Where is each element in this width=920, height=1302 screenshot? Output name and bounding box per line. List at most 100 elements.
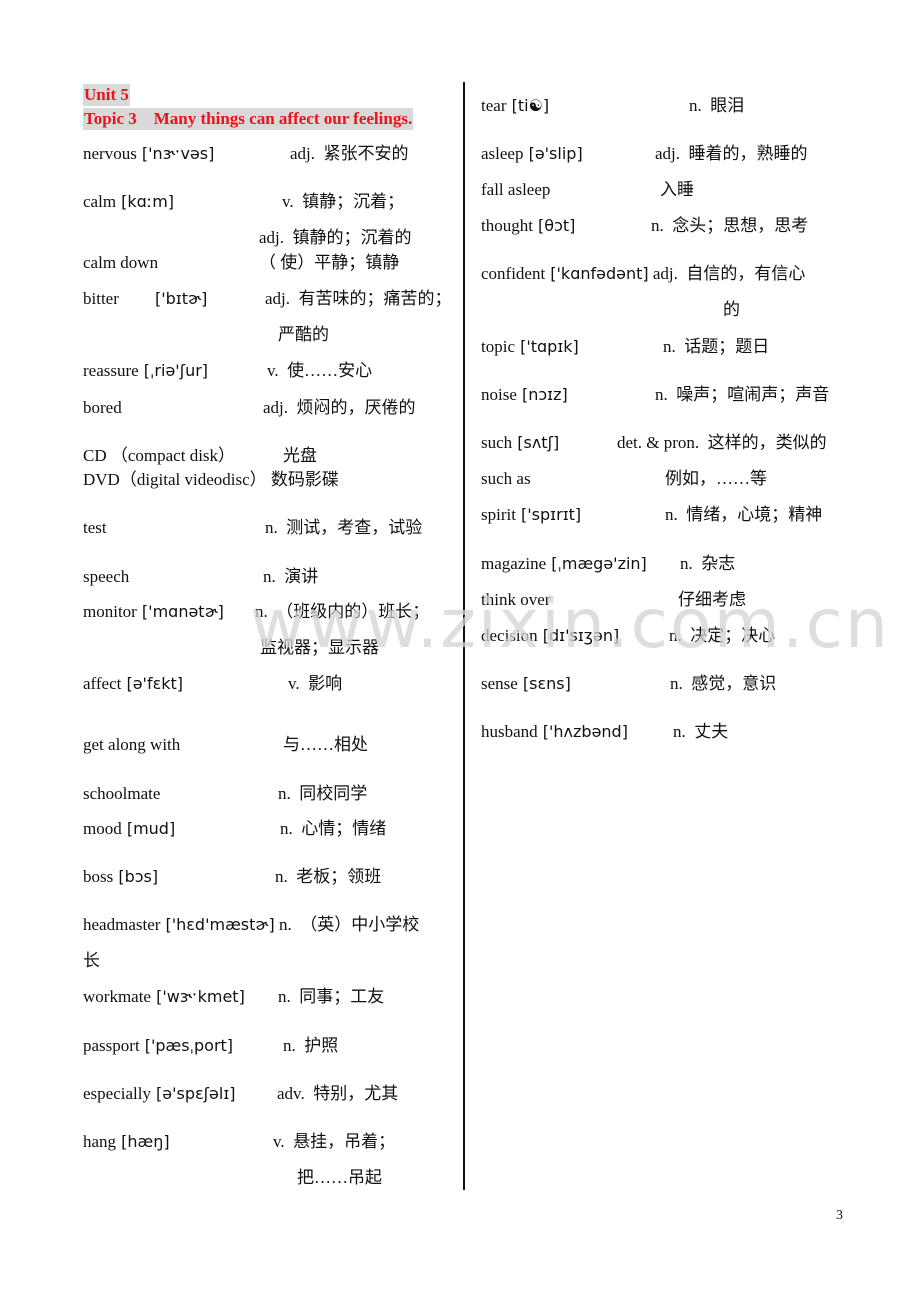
entry-term: husband ['hʌzbənd] [481,721,628,743]
entry-term: reassure [ˌriə'ʃur] [83,360,208,382]
entry-definition: n. 测试，考查，试验 [265,517,422,539]
entry-word: schoolmate [83,784,161,803]
part-of-speech: n. [263,567,276,586]
entry-pronunciation: [ˌriə'ʃur] [138,361,209,380]
entry-term: fall asleep [481,179,550,201]
entry-definition: adj. 紧张不安的 [290,143,409,165]
entry-term: affect [ə'fɛkt] [83,673,183,695]
chinese-meaning: 镇静的；沉着的 [292,228,412,247]
part-of-speech: n. [655,385,668,404]
entry-pronunciation: [ə'spɛʃəlɪ] [150,1084,236,1103]
entry-term: decision [dɪ'sɪʒən] [481,625,619,647]
entry-word: noise [481,385,517,404]
entry-definition: n. 演讲 [263,566,318,588]
entry-definition: 仔细考虑 [678,589,746,611]
chinese-meaning: 杂志 [701,554,736,573]
entry-term: spirit ['spɪrɪt] [481,504,581,526]
entry-word: asleep [481,144,524,163]
entry-word: especially [83,1084,151,1103]
entry-definition: n. 眼泪 [689,95,744,117]
entry-word: such as [481,469,531,488]
entry-term: tear [ti☯] [481,95,549,117]
entry-term: such [sʌtʃ] [481,432,559,454]
entry-term: passport ['pæsˌport] [83,1035,233,1057]
chinese-meaning: 自信的，有信心 [686,264,806,283]
page-number: 3 [836,1208,843,1223]
chinese-meaning: 感觉，意识 [691,674,777,693]
entry-term: boss [bɔs] [83,866,158,888]
part-of-speech: v. [273,1132,285,1151]
entry-term: sense [sɛns] [481,673,571,695]
entry-word: hang [83,1132,117,1151]
entry-word: decision [481,626,538,645]
chinese-meaning: 情绪，心境；精神 [686,505,823,524]
entry-word: thought [481,216,533,235]
entry-word: calm [83,192,117,211]
entry-pronunciation: ['nɝˑvəs] [136,144,215,163]
entry-definition: adv. 特别，尤其 [277,1083,398,1105]
entry-definition: n. 决定；决心 [669,625,775,647]
part-of-speech: adj. [290,144,316,163]
chinese-meaning: 严酷的 [278,325,329,344]
part-of-speech: n. [278,784,291,803]
entry-word: test [83,518,107,537]
entry-word: nervous [83,144,137,163]
entry-word: topic [481,337,515,356]
chinese-meaning: 影响 [308,674,343,693]
entry-definition: 与……相处 [283,734,368,756]
entry-definition: n. 感觉，意识 [670,673,776,695]
chinese-meaning: 老板；领班 [296,867,382,886]
entry-word: bored [83,398,122,417]
chinese-meaning: 丈夫 [694,722,729,741]
chinese-meaning: 特别，尤其 [313,1084,399,1103]
entry-definition: 的 [723,299,740,321]
chinese-meaning: 心情；情绪 [301,819,387,838]
chinese-meaning: 念头；思想，思考 [672,216,809,235]
chinese-meaning: 的 [723,300,740,319]
chinese-meaning: 入睡 [660,180,694,199]
entry-pronunciation: [kɑːm] [116,192,175,211]
chinese-meaning: 长 [83,951,100,970]
entry-term: especially [ə'spɛʃəlɪ] [83,1083,236,1105]
chinese-meaning: 护照 [304,1036,339,1055]
entry-word: such [481,433,513,452]
chinese-meaning: 同校同学 [299,784,368,803]
entry-definition: 把……吊起 [297,1167,382,1189]
entry-term: speech [83,566,129,588]
entry-pronunciation: [ti☯] [506,96,550,115]
entry-word: sense [481,674,518,693]
entry-definition: 光盘 [283,445,317,467]
chinese-meaning: 决定；决心 [690,626,776,645]
part-of-speech: n. [278,915,292,934]
part-of-speech: n. [680,554,693,573]
chinese-meaning: 烦闷的，厌倦的 [296,398,416,417]
entry-pronunciation: ['hʌzbənd] [537,722,628,741]
entry-pronunciation: ['mɑnətɚ] [136,602,224,621]
entry-pronunciation: ['hɛd'mæstɚ] [160,915,275,934]
entry-definition: adj. 镇静的；沉着的 [259,227,412,249]
part-of-speech: n. [665,505,678,524]
entry-word: monitor [83,602,137,621]
chinese-meaning: （ 使）平静；镇静 [259,253,400,272]
entry-word: get along with [83,735,181,754]
entry-pronunciation: ['wɝˑkmet] [150,987,245,1006]
entry-word: fall asleep [481,180,551,199]
entry-term: bored [83,397,122,419]
entry-word: workmate [83,987,151,1006]
entry-definition: adj. 烦闷的，厌倦的 [263,397,416,419]
entry-definition: n. 杂志 [680,553,735,575]
column-divider [463,82,465,1190]
part-of-speech: n. [283,1036,296,1055]
entry-term: hang [hæŋ] [83,1131,170,1153]
entry-term: asleep [ə'slip] [481,143,583,165]
entry-definition: n. 噪声；喧闹声；声音 [655,384,829,406]
entry-definition: adj. 自信的，有信心 [649,264,806,283]
entry-definition: n. 丈夫 [673,721,728,743]
part-of-speech: n. [265,518,278,537]
entry-definition: adj. 睡着的，熟睡的 [655,143,808,165]
entry-definition: n. 同事；工友 [278,986,384,1008]
entry-pronunciation: ['tɑpɪk] [515,337,579,356]
entry-term: test [83,517,107,539]
chinese-meaning: 有苦味的；痛苦的； [298,289,452,308]
entry-term: workmate ['wɝˑkmet] [83,986,245,1008]
